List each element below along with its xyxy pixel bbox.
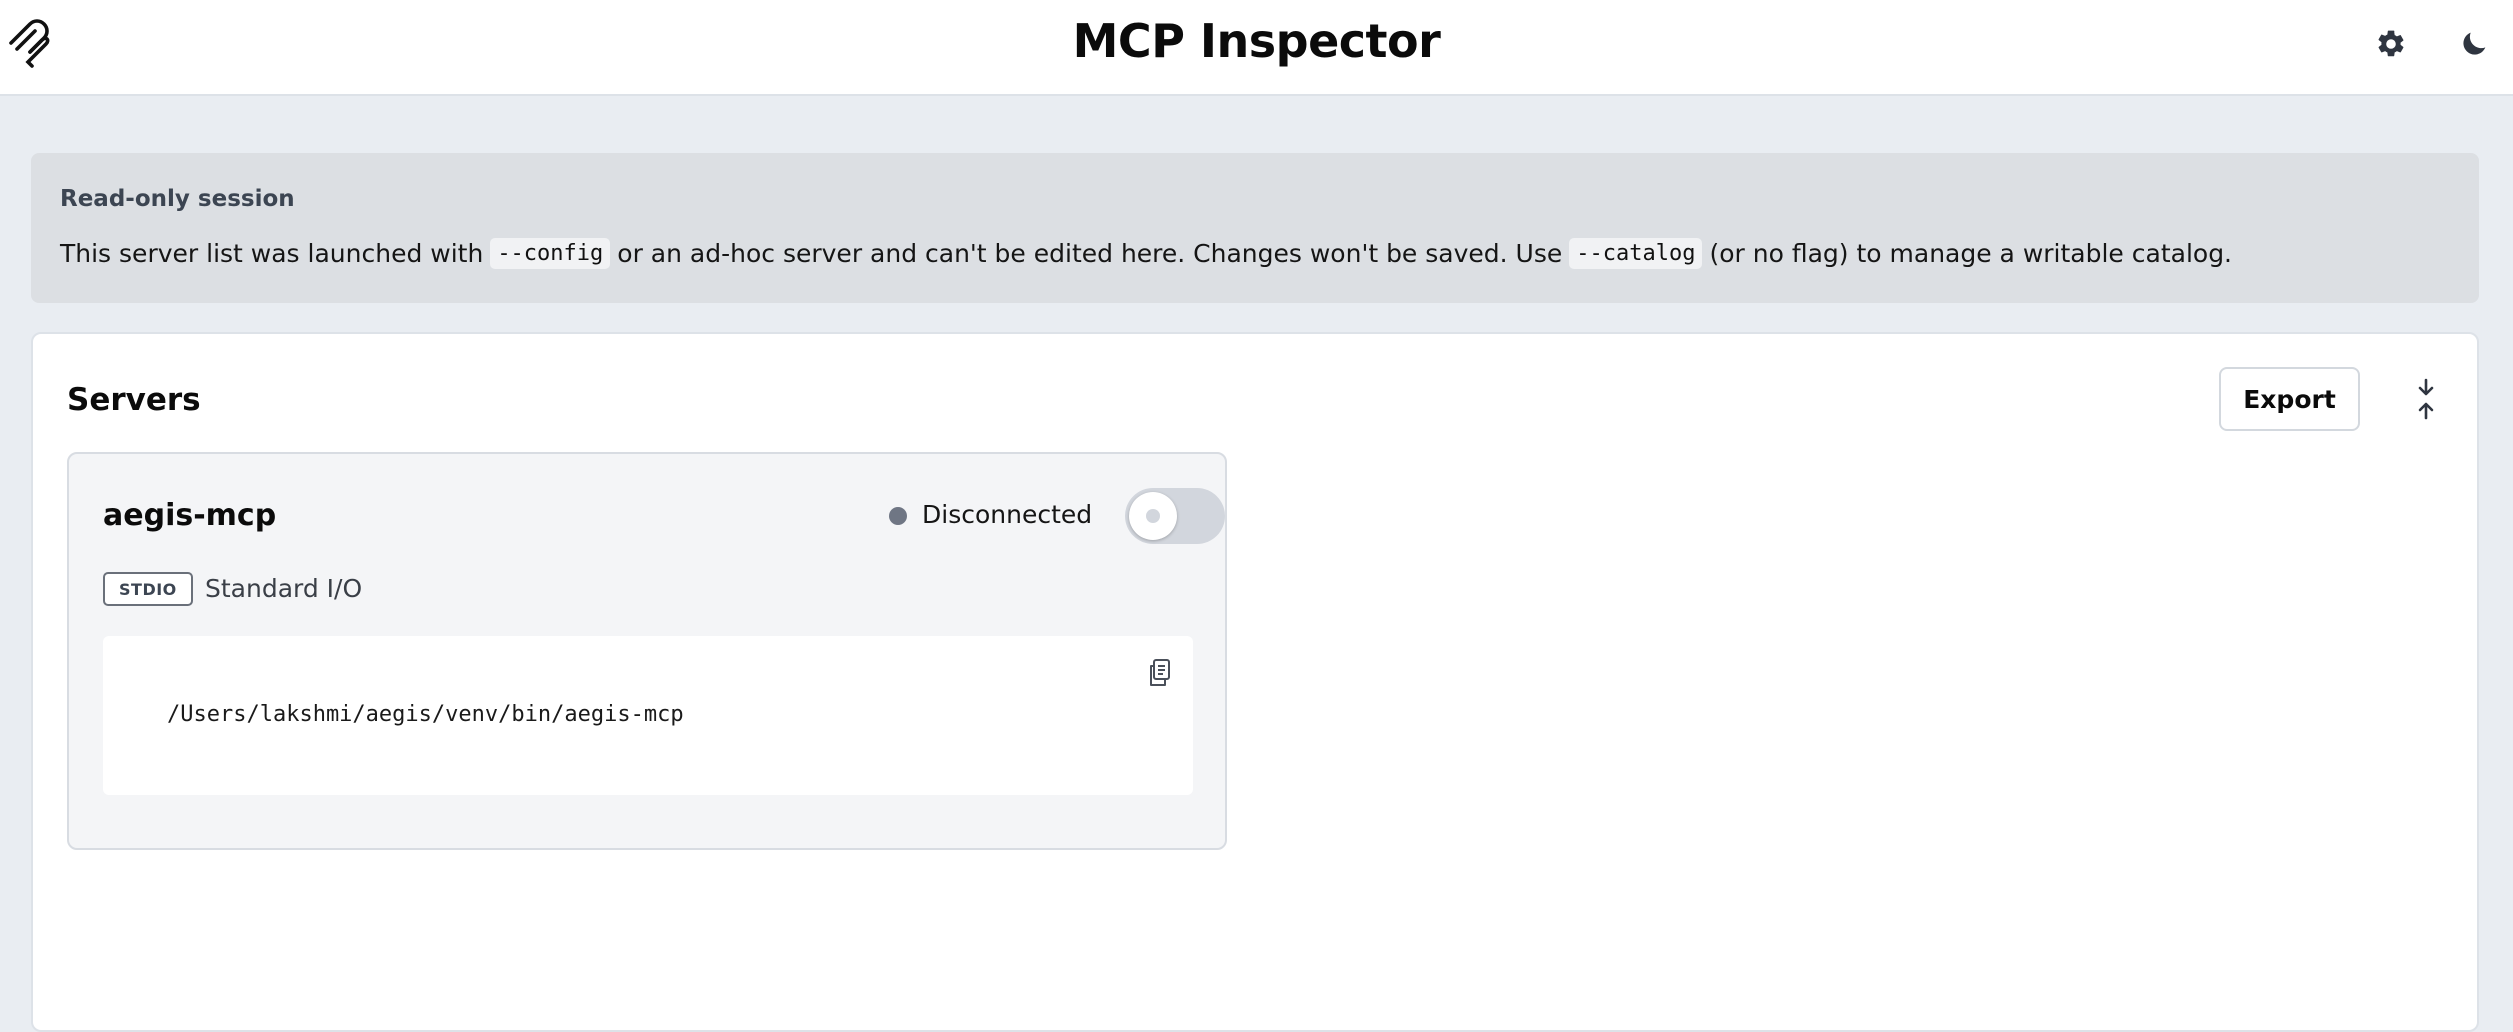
- status-indicator-dot: [889, 507, 907, 525]
- banner-text-middle: or an ad-hoc server and can't be edited …: [617, 239, 1563, 268]
- servers-title: Servers: [67, 382, 201, 418]
- command-box: /Users/lakshmi/aegis/venv/bin/aegis-mcp: [103, 636, 1193, 795]
- banner-title: Read-only session: [60, 186, 295, 212]
- export-button[interactable]: Export: [2219, 367, 2360, 431]
- catalog-flag-code: --catalog: [1569, 238, 1703, 269]
- server-enable-toggle[interactable]: [1125, 488, 1225, 544]
- toggle-knob: [1129, 492, 1177, 540]
- gear-icon[interactable]: [2371, 24, 2411, 64]
- transport-badge: STDIO: [103, 572, 193, 606]
- collapse-icon[interactable]: [2409, 378, 2443, 420]
- server-card: aegis-mcp Disconnected STDIO Standard I/…: [67, 452, 1227, 850]
- banner-message: This server list was launched with --con…: [60, 238, 2232, 269]
- command-text: /Users/lakshmi/aegis/venv/bin/aegis-mcp: [167, 702, 684, 727]
- transport-label: Standard I/O: [205, 574, 363, 603]
- app-title: MCP Inspector: [1072, 14, 1441, 68]
- banner-text-end: (or no flag) to manage a writable catalo…: [1709, 239, 2233, 268]
- servers-panel: Servers Export aegis-mcp Disconnected ST…: [31, 332, 2479, 1032]
- banner-text-start: This server list was launched with: [60, 239, 484, 268]
- connection-status: Disconnected: [922, 500, 1093, 529]
- config-flag-code: --config: [490, 238, 611, 269]
- server-name: aegis-mcp: [103, 498, 277, 533]
- moon-icon[interactable]: [2454, 24, 2494, 64]
- read-only-banner: Read-only session This server list was l…: [31, 153, 2479, 303]
- copy-icon[interactable]: [1147, 658, 1173, 688]
- app-header: MCP Inspector: [0, 0, 2513, 96]
